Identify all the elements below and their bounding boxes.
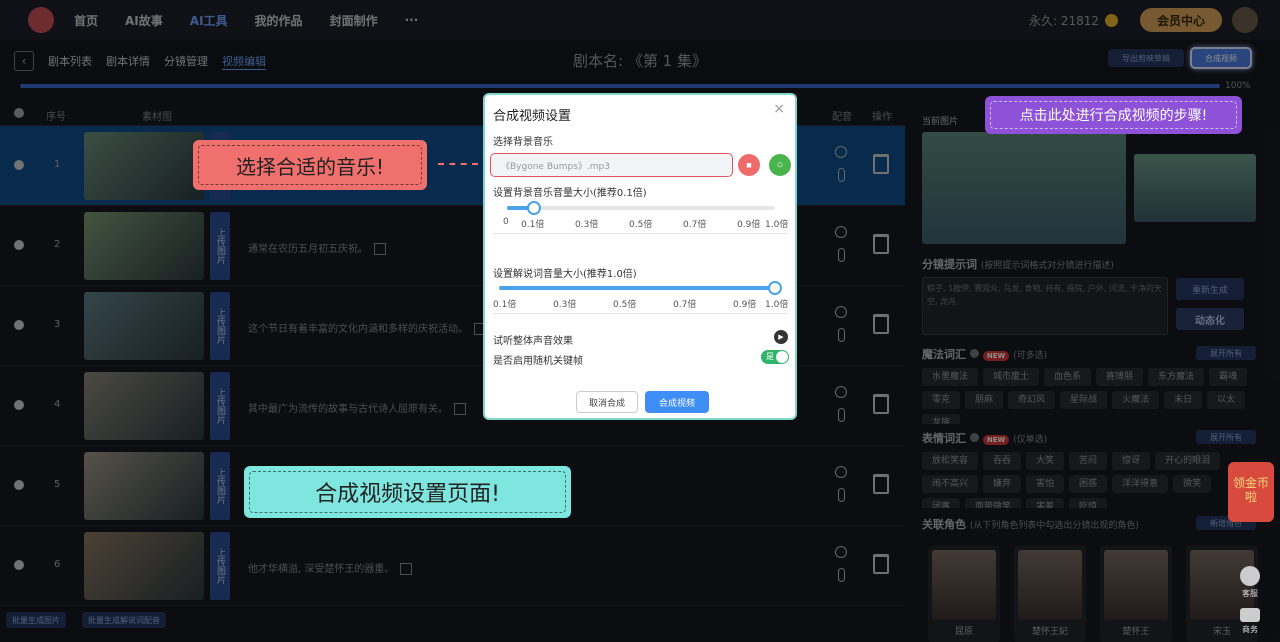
headset-icon [1240, 566, 1260, 586]
confirm-compose-button[interactable]: 合成视频 [645, 391, 709, 413]
dialog-title: 合成视频设置 [493, 109, 572, 124]
music-label: 选择背景音乐 [493, 137, 553, 148]
slider-tick-label: 0.1倍 [521, 220, 545, 230]
voice-volume-slider[interactable] [499, 281, 782, 295]
slider-tick-label: 0.9倍 [733, 300, 757, 310]
search-music-button[interactable]: ○ [769, 154, 791, 176]
slider-tick-label: 0.3倍 [553, 300, 577, 310]
slider-tick-label: 0.7倍 [673, 300, 697, 310]
business-contact[interactable]: 商务 [1235, 608, 1265, 635]
business-icon [1240, 608, 1260, 622]
trash-icon: ■ [746, 160, 752, 170]
callout-music: 选择合适的音乐! [193, 140, 427, 190]
slider-tick-label: 0 [503, 217, 509, 227]
compose-settings-dialog: 合成视频设置 × 选择背景音乐 ■ ○ 设置背景音乐音量大小(推荐0.1倍) 设… [483, 93, 797, 420]
slider-tick-label: 0.1倍 [493, 300, 517, 310]
slider-tick-label: 0.7倍 [683, 220, 707, 230]
slider-tick-label: 0.5倍 [629, 220, 653, 230]
callout-arrow [438, 163, 478, 165]
music-input[interactable] [490, 153, 733, 177]
callout-page: 合成视频设置页面! [244, 466, 571, 518]
slider-tick-label: 1.0倍 [765, 300, 789, 310]
random-keyframe-label: 是否启用随机关键帧 [493, 356, 583, 367]
delete-music-button[interactable]: ■ [738, 154, 760, 176]
bg-volume-label: 设置背景音乐音量大小(推荐0.1倍) [493, 188, 647, 199]
slider-tick-label: 0.9倍 [737, 220, 761, 230]
gift-package[interactable]: 领金币啦 [1228, 462, 1274, 522]
voice-volume-fill [499, 286, 775, 290]
random-keyframe-toggle[interactable]: 是 [761, 350, 789, 364]
slider-tick-label: 0.5倍 [613, 300, 637, 310]
bg-volume-knob[interactable] [526, 201, 541, 215]
search-icon: ○ [776, 159, 784, 171]
callout-step: 点击此处进行合成视频的步骤! [985, 96, 1242, 134]
voice-volume-label: 设置解说词音量大小(推荐1.0倍) [493, 269, 637, 280]
slider-tick-label: 0.3倍 [575, 220, 599, 230]
bg-volume-slider[interactable] [507, 201, 775, 215]
slider-tick-label: 1.0倍 [765, 220, 789, 230]
customer-service[interactable]: 客服 [1235, 566, 1265, 599]
close-icon[interactable]: × [773, 101, 785, 117]
voice-volume-knob[interactable] [768, 281, 782, 295]
preview-label: 试听整体声音效果 [493, 336, 573, 347]
cancel-compose-button[interactable]: 取消合成 [576, 391, 638, 413]
play-icon[interactable]: ▶ [774, 330, 788, 344]
